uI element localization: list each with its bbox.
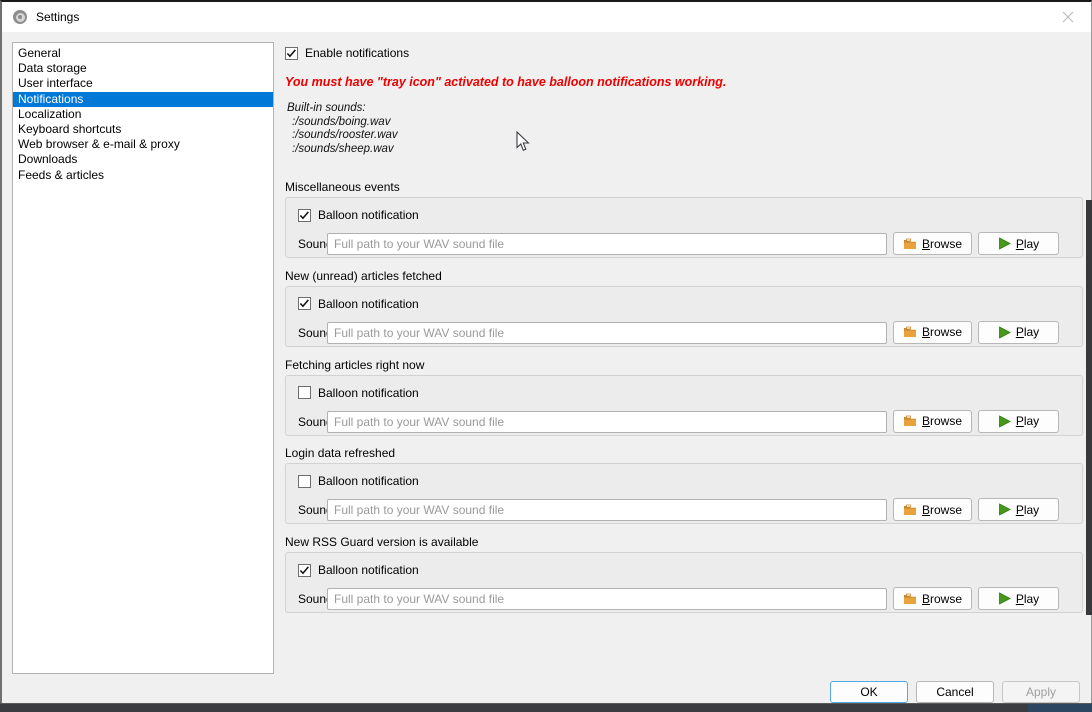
checkbox-icon xyxy=(298,386,311,399)
section-group-box: Balloon notification Sound Browse xyxy=(285,552,1083,613)
section-group-box: Balloon notification Sound Browse xyxy=(285,286,1083,347)
balloon-notification-label: Balloon notification xyxy=(318,563,419,577)
notification-section: New (unread) articles fetched Balloon no… xyxy=(285,270,1083,347)
settings-dialog: Settings GeneralData storageUser interfa… xyxy=(0,0,1092,703)
section-title: Login data refreshed xyxy=(285,447,1083,460)
checkbox-icon xyxy=(298,297,311,310)
mouse-cursor xyxy=(516,131,530,152)
enable-notifications-checkbox[interactable]: Enable notifications xyxy=(285,46,409,60)
browse-button[interactable]: Browse xyxy=(893,410,972,433)
browse-button[interactable]: Browse xyxy=(893,498,972,521)
close-button[interactable] xyxy=(1061,10,1075,24)
section-title: Miscellaneous events xyxy=(285,181,1083,194)
notification-section: Fetching articles right now Balloon noti… xyxy=(285,359,1083,436)
section-title: Fetching articles right now xyxy=(285,359,1083,372)
section-group-box: Balloon notification Sound Browse xyxy=(285,197,1083,258)
apply-button[interactable]: Apply xyxy=(1002,681,1080,703)
section-group-box: Balloon notification Sound Browse xyxy=(285,375,1083,436)
checkbox-icon xyxy=(298,564,311,577)
checkbox-icon xyxy=(298,209,311,222)
sidebar-item-general[interactable]: General xyxy=(13,46,273,61)
enable-notifications-label: Enable notifications xyxy=(305,46,409,60)
play-button[interactable]: Play xyxy=(978,232,1059,255)
sidebar-item-keyboard-shortcuts[interactable]: Keyboard shortcuts xyxy=(13,122,273,137)
section-title: New RSS Guard version is available xyxy=(285,536,1083,549)
balloon-notification-checkbox[interactable]: Balloon notification xyxy=(298,297,419,311)
sound-path-input[interactable] xyxy=(327,588,887,610)
background-app-right-edge xyxy=(1086,200,1092,615)
play-button[interactable]: Play xyxy=(978,321,1059,344)
balloon-notification-label: Balloon notification xyxy=(318,297,419,311)
titlebar: Settings xyxy=(2,2,1091,32)
sound-path-input[interactable] xyxy=(327,322,887,344)
notification-section: New RSS Guard version is available Ballo… xyxy=(285,536,1083,613)
folder-icon xyxy=(903,415,917,427)
sound-path-input[interactable] xyxy=(327,499,887,521)
cancel-button[interactable]: Cancel xyxy=(916,681,994,703)
balloon-notification-checkbox[interactable]: Balloon notification xyxy=(298,563,419,577)
checkbox-icon xyxy=(285,47,298,60)
play-button[interactable]: Play xyxy=(978,410,1059,433)
ok-button[interactable]: OK xyxy=(830,681,908,703)
settings-category-list: GeneralData storageUser interfaceNotific… xyxy=(12,42,274,674)
play-icon xyxy=(998,326,1011,339)
sidebar-item-user-interface[interactable]: User interface xyxy=(13,76,273,91)
browse-button[interactable]: Browse xyxy=(893,321,972,344)
browse-button[interactable]: Browse xyxy=(893,587,972,610)
builtin-sound-path: :/sounds/boing.wav xyxy=(287,116,398,130)
close-icon xyxy=(1062,11,1074,23)
folder-icon xyxy=(903,593,917,605)
play-icon xyxy=(998,237,1011,250)
builtin-sounds-title: Built-in sounds: xyxy=(287,102,398,116)
builtin-sound-path: :/sounds/sheep.wav xyxy=(287,143,398,157)
folder-icon xyxy=(903,504,917,516)
sidebar-item-data-storage[interactable]: Data storage xyxy=(13,61,273,76)
folder-icon xyxy=(903,238,917,250)
builtin-sound-path: :/sounds/rooster.wav xyxy=(287,129,398,143)
play-button[interactable]: Play xyxy=(978,498,1059,521)
folder-icon xyxy=(903,326,917,338)
balloon-notification-label: Balloon notification xyxy=(318,474,419,488)
window-title: Settings xyxy=(36,10,79,24)
play-icon xyxy=(998,415,1011,428)
sidebar-item-feeds-articles[interactable]: Feeds & articles xyxy=(13,168,273,183)
section-title: New (unread) articles fetched xyxy=(285,270,1083,283)
checkbox-icon xyxy=(298,475,311,488)
balloon-notification-label: Balloon notification xyxy=(318,208,419,222)
sidebar-item-localization[interactable]: Localization xyxy=(13,107,273,122)
balloon-notification-checkbox[interactable]: Balloon notification xyxy=(298,208,419,222)
balloon-notification-label: Balloon notification xyxy=(318,386,419,400)
builtin-sounds-note: Built-in sounds: :/sounds/boing.wav :/so… xyxy=(287,102,398,156)
section-group-box: Balloon notification Sound Browse xyxy=(285,463,1083,524)
settings-dialog-icon xyxy=(13,10,27,24)
sidebar-item-notifications[interactable]: Notifications xyxy=(13,92,273,107)
play-icon xyxy=(998,503,1011,516)
sound-path-input[interactable] xyxy=(327,233,887,255)
balloon-notification-checkbox[interactable]: Balloon notification xyxy=(298,386,419,400)
notification-section: Miscellaneous events Balloon notificatio… xyxy=(285,181,1083,258)
balloon-notification-checkbox[interactable]: Balloon notification xyxy=(298,474,419,488)
play-button[interactable]: Play xyxy=(978,587,1059,610)
play-icon xyxy=(998,592,1011,605)
browse-button[interactable]: Browse xyxy=(893,232,972,255)
tray-warning-text: You must have "tray icon" activated to h… xyxy=(285,75,726,89)
sidebar-item-web-browser-email-proxy[interactable]: Web browser & e-mail & proxy xyxy=(13,137,273,152)
notification-section: Login data refreshed Balloon notificatio… xyxy=(285,447,1083,524)
sidebar-item-downloads[interactable]: Downloads xyxy=(13,152,273,167)
background-app-bottom-edge xyxy=(0,703,1092,712)
sound-path-input[interactable] xyxy=(327,411,887,433)
